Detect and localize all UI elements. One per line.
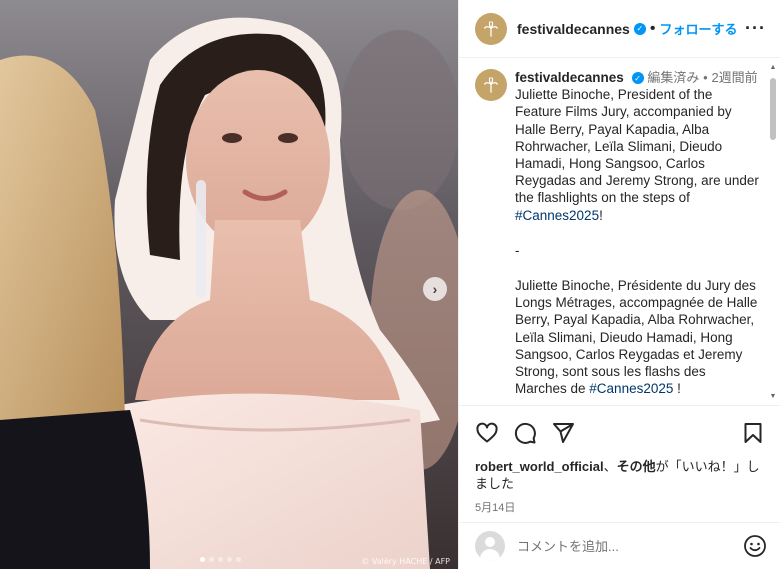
post-date[interactable]: 5月14日 — [475, 499, 765, 515]
likes-separator: 、 — [603, 459, 617, 474]
scroll-thumb[interactable] — [770, 78, 776, 140]
caption-divider: - — [515, 242, 520, 258]
caption-scrollbar[interactable]: ▲ ▼ — [769, 64, 777, 400]
carousel-dot — [200, 557, 205, 562]
next-image-button[interactable]: › — [423, 277, 447, 301]
post-header: festivaldecannes ✓ • フォローする ··· — [459, 0, 780, 58]
palm-logo-icon — [484, 77, 498, 93]
carousel-dot — [218, 557, 223, 562]
bookmark-icon[interactable] — [741, 421, 765, 445]
meta-separator: • — [703, 70, 708, 85]
carousel-dot — [236, 557, 241, 562]
heart-icon[interactable] — [475, 421, 499, 445]
account-avatar[interactable] — [475, 12, 507, 45]
ellipsis-icon[interactable]: ··· — [745, 18, 766, 39]
edited-label: 編集済み — [647, 70, 700, 85]
likes-text: robert_world_official、その他が「いいね！」しました — [475, 458, 765, 492]
caption-avatar[interactable] — [475, 69, 507, 101]
comment-icon[interactable] — [513, 421, 537, 445]
caption-french-end: ! — [673, 381, 681, 397]
verified-badge-icon: ✓ — [631, 72, 644, 85]
liker-username[interactable]: robert_world_official — [475, 459, 604, 474]
smiley-icon[interactable] — [743, 534, 767, 558]
user-avatar — [475, 531, 505, 561]
post-side-panel: festivaldecannes ✓ • フォローする ··· festival… — [458, 0, 780, 569]
photo-illustration — [0, 0, 458, 569]
carousel-dots — [200, 557, 241, 562]
carousel-dot — [209, 557, 214, 562]
header-separator: • — [649, 19, 656, 37]
share-icon[interactable] — [551, 421, 575, 445]
likes-others-link[interactable]: その他 — [617, 459, 656, 474]
post-time[interactable]: 2週間前 — [711, 70, 757, 85]
caption-username[interactable]: festivaldecannes — [515, 70, 624, 85]
verified-badge-icon: ✓ — [633, 22, 646, 35]
follow-button[interactable]: フォローする — [659, 19, 737, 38]
chevron-right-icon: › — [432, 281, 438, 297]
comment-bar — [459, 522, 780, 569]
caption-english-text: Juliette Binoche, President of the Featu… — [515, 87, 763, 206]
hashtag-link[interactable]: #Cannes2025 — [589, 381, 673, 396]
comment-input[interactable] — [517, 538, 743, 554]
header-username[interactable]: festivaldecannes — [517, 21, 630, 37]
action-icons — [475, 420, 765, 446]
hashtag-link[interactable]: #Cannes2025 — [515, 208, 599, 223]
post-photo[interactable]: › © Valéry HACHE / AFP — [0, 0, 458, 569]
caption-text: festivaldecannes ✓ 編集済み • 2週間前 Juliette … — [515, 69, 759, 397]
caption-scroll-area[interactable]: festivaldecannes ✓ 編集済み • 2週間前 Juliette … — [459, 59, 780, 404]
caption-english-end: ! — [599, 207, 603, 223]
caption-english: Juliette Binoche, President of the Featu… — [515, 86, 759, 224]
palm-logo-icon — [484, 20, 498, 37]
caption-french-text: Juliette Binoche, Présidente du Jury des… — [515, 278, 762, 397]
carousel-dot — [227, 557, 232, 562]
scroll-down-icon[interactable]: ▼ — [769, 393, 777, 400]
photo-credit: © Valéry HACHE / AFP — [361, 557, 450, 566]
post-actions: robert_world_official、その他が「いいね！」しました 5月1… — [459, 405, 780, 515]
caption-row: festivaldecannes ✓ 編集済み • 2週間前 Juliette … — [475, 69, 759, 397]
caption-french: Juliette Binoche, Présidente du Jury des… — [515, 277, 759, 397]
scroll-up-icon[interactable]: ▲ — [769, 64, 777, 71]
